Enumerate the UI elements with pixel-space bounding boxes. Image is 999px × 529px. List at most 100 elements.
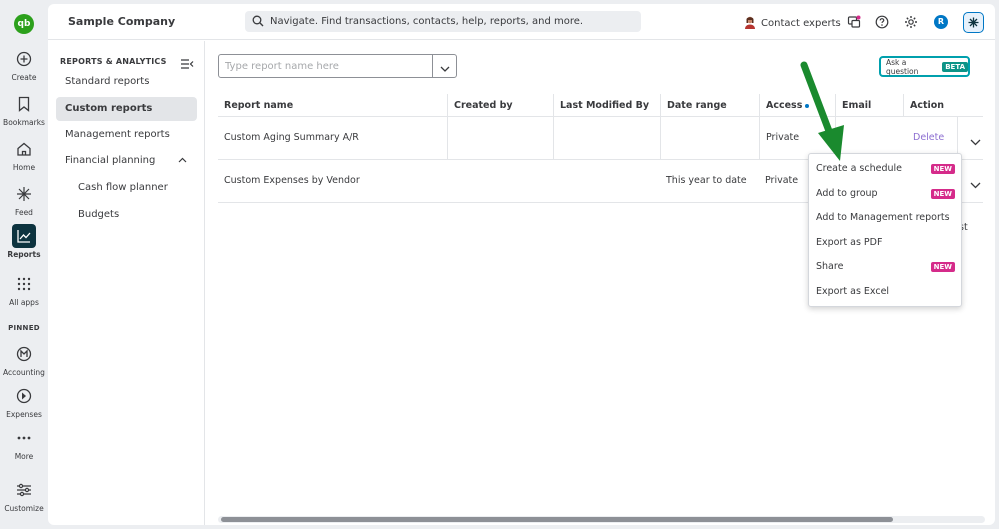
report-filter-dropdown[interactable] <box>432 55 456 77</box>
top-bar: Sample Company Navigate. Find transactio… <box>48 4 995 40</box>
subnav-standard-reports[interactable]: Standard reports <box>56 70 197 94</box>
ai-sparkle-icon <box>968 13 979 32</box>
row-menu-chevron-icon[interactable] <box>970 174 984 189</box>
menu-add-to-management-reports[interactable]: Add to Management reports <box>809 206 961 230</box>
date-range-cell <box>660 117 760 159</box>
chevron-up-icon <box>178 149 187 173</box>
new-badge: NEW <box>930 262 955 272</box>
table-header: Report name Created by Last Modified By … <box>218 94 983 117</box>
bookmark-icon <box>12 92 36 116</box>
horizontal-scrollbar[interactable] <box>218 516 985 523</box>
green-arrow-icon <box>798 61 846 169</box>
subnav-custom-reports[interactable]: Custom reports <box>56 97 197 121</box>
report-name-cell[interactable]: Custom Expenses by Vendor <box>218 160 447 202</box>
rail-accounting[interactable]: Accounting <box>0 342 48 377</box>
new-badge: NEW <box>930 164 955 174</box>
rail-more[interactable]: More <box>0 426 48 461</box>
rail-label: Home <box>12 163 36 172</box>
sparkle-icon <box>12 182 36 206</box>
search-placeholder: Navigate. Find transactions, contacts, h… <box>270 16 584 27</box>
rail-label: Reports <box>7 250 41 259</box>
menu-item-label: Share <box>816 261 844 272</box>
menu-add-to-group[interactable]: Add to group NEW <box>809 182 961 206</box>
rail-home[interactable]: Home <box>0 137 48 172</box>
report-name-input[interactable] <box>219 55 432 77</box>
menu-item-label: Export as Excel <box>816 286 890 297</box>
rail-bookmarks[interactable]: Bookmarks <box>0 92 48 127</box>
more-dots-icon <box>12 426 36 450</box>
created-by-cell <box>447 160 554 202</box>
report-name-filter[interactable] <box>218 54 457 78</box>
rail-expenses[interactable]: Expenses <box>0 384 48 419</box>
search-icon <box>252 12 264 31</box>
rail-label: Customize <box>4 504 44 513</box>
notifications-icon[interactable] <box>846 14 862 30</box>
col-access-label: Access <box>766 100 803 111</box>
global-search[interactable]: Navigate. Find transactions, contacts, h… <box>245 11 641 32</box>
menu-share[interactable]: Share NEW <box>809 255 961 279</box>
contact-experts-label: Contact experts <box>761 18 841 29</box>
company-name[interactable]: Sample Company <box>68 15 175 28</box>
plus-circle-icon <box>12 47 36 71</box>
created-by-cell <box>447 117 554 159</box>
ask-question-label: Ask a question <box>886 57 919 76</box>
modified-by-cell <box>553 117 661 159</box>
row-menu-chevron-icon[interactable] <box>970 131 984 146</box>
rail-customize[interactable]: Customize <box>0 478 48 513</box>
rail-label: Feed <box>15 208 33 217</box>
scrollbar-thumb[interactable] <box>221 517 893 522</box>
report-name-cell[interactable]: Custom Aging Summary A/R <box>218 117 447 159</box>
row-action-menu: Create a schedule NEW Add to group NEW A… <box>808 153 962 307</box>
col-last-modified-by[interactable]: Last Modified By <box>553 94 661 117</box>
user-avatar[interactable]: R <box>934 15 948 29</box>
accounting-icon <box>12 342 36 366</box>
subnav-financial-planning[interactable]: Financial planning <box>56 149 197 173</box>
menu-item-label: Add to Management reports <box>816 212 950 223</box>
contact-experts-button[interactable]: Contact experts <box>744 15 841 32</box>
rail-all-apps[interactable]: All apps <box>0 272 48 307</box>
menu-item-label: Export as PDF <box>816 237 883 248</box>
col-report-name[interactable]: Report name <box>218 94 447 117</box>
date-range-cell: This year to date <box>666 175 747 186</box>
modified-by-cell <box>553 160 661 202</box>
rail-label: Accounting <box>3 368 45 377</box>
help-icon[interactable] <box>874 14 890 30</box>
col-created-by[interactable]: Created by <box>447 94 554 117</box>
chart-line-icon <box>12 224 36 248</box>
collapse-menu-icon[interactable] <box>180 54 194 69</box>
sliders-icon <box>12 478 36 502</box>
menu-item-label: Add to group <box>816 188 878 199</box>
rail-feed[interactable]: Feed <box>0 182 48 217</box>
expert-avatar-icon <box>744 15 756 32</box>
rail-label: More <box>14 452 34 461</box>
ask-question-button[interactable]: Ask a question BETA <box>879 56 970 77</box>
new-badge: NEW <box>930 189 955 199</box>
subnav-budgets[interactable]: Budgets <box>56 203 197 227</box>
expenses-icon <box>12 384 36 408</box>
subnav-financial-planning-label: Financial planning <box>65 155 156 166</box>
grid-icon <box>12 272 36 296</box>
ai-assist-button[interactable] <box>963 12 984 33</box>
subnav-header: REPORTS & ANALYTICS <box>60 57 167 66</box>
quickbooks-logo[interactable]: qb <box>14 14 34 34</box>
col-action: Action <box>903 94 983 117</box>
rail-label: Bookmarks <box>3 118 45 127</box>
menu-export-excel[interactable]: Export as Excel <box>809 280 961 304</box>
subnav-management-reports[interactable]: Management reports <box>56 123 197 147</box>
menu-export-pdf[interactable]: Export as PDF <box>809 231 961 255</box>
rail-create[interactable]: Create <box>0 47 48 82</box>
rail-label: All apps <box>9 298 39 307</box>
home-icon <box>12 137 36 161</box>
col-date-range[interactable]: Date range <box>660 94 760 117</box>
chevron-down-icon <box>440 57 450 76</box>
left-rail: qb Create Bookmarks Home Feed Reports Al… <box>0 0 48 529</box>
rail-label: Create <box>11 73 37 82</box>
beta-badge: BETA <box>942 61 968 72</box>
subnav-cash-flow-planner[interactable]: Cash flow planner <box>56 176 197 200</box>
gear-icon[interactable] <box>903 14 919 30</box>
rail-reports[interactable]: Reports <box>0 224 48 259</box>
rail-label: Expenses <box>6 410 42 419</box>
reports-subnav: REPORTS & ANALYTICS Standard reports Cus… <box>48 41 205 525</box>
main-panel: Sample Company Navigate. Find transactio… <box>48 4 995 525</box>
pinned-heading: PINNED <box>8 324 40 332</box>
